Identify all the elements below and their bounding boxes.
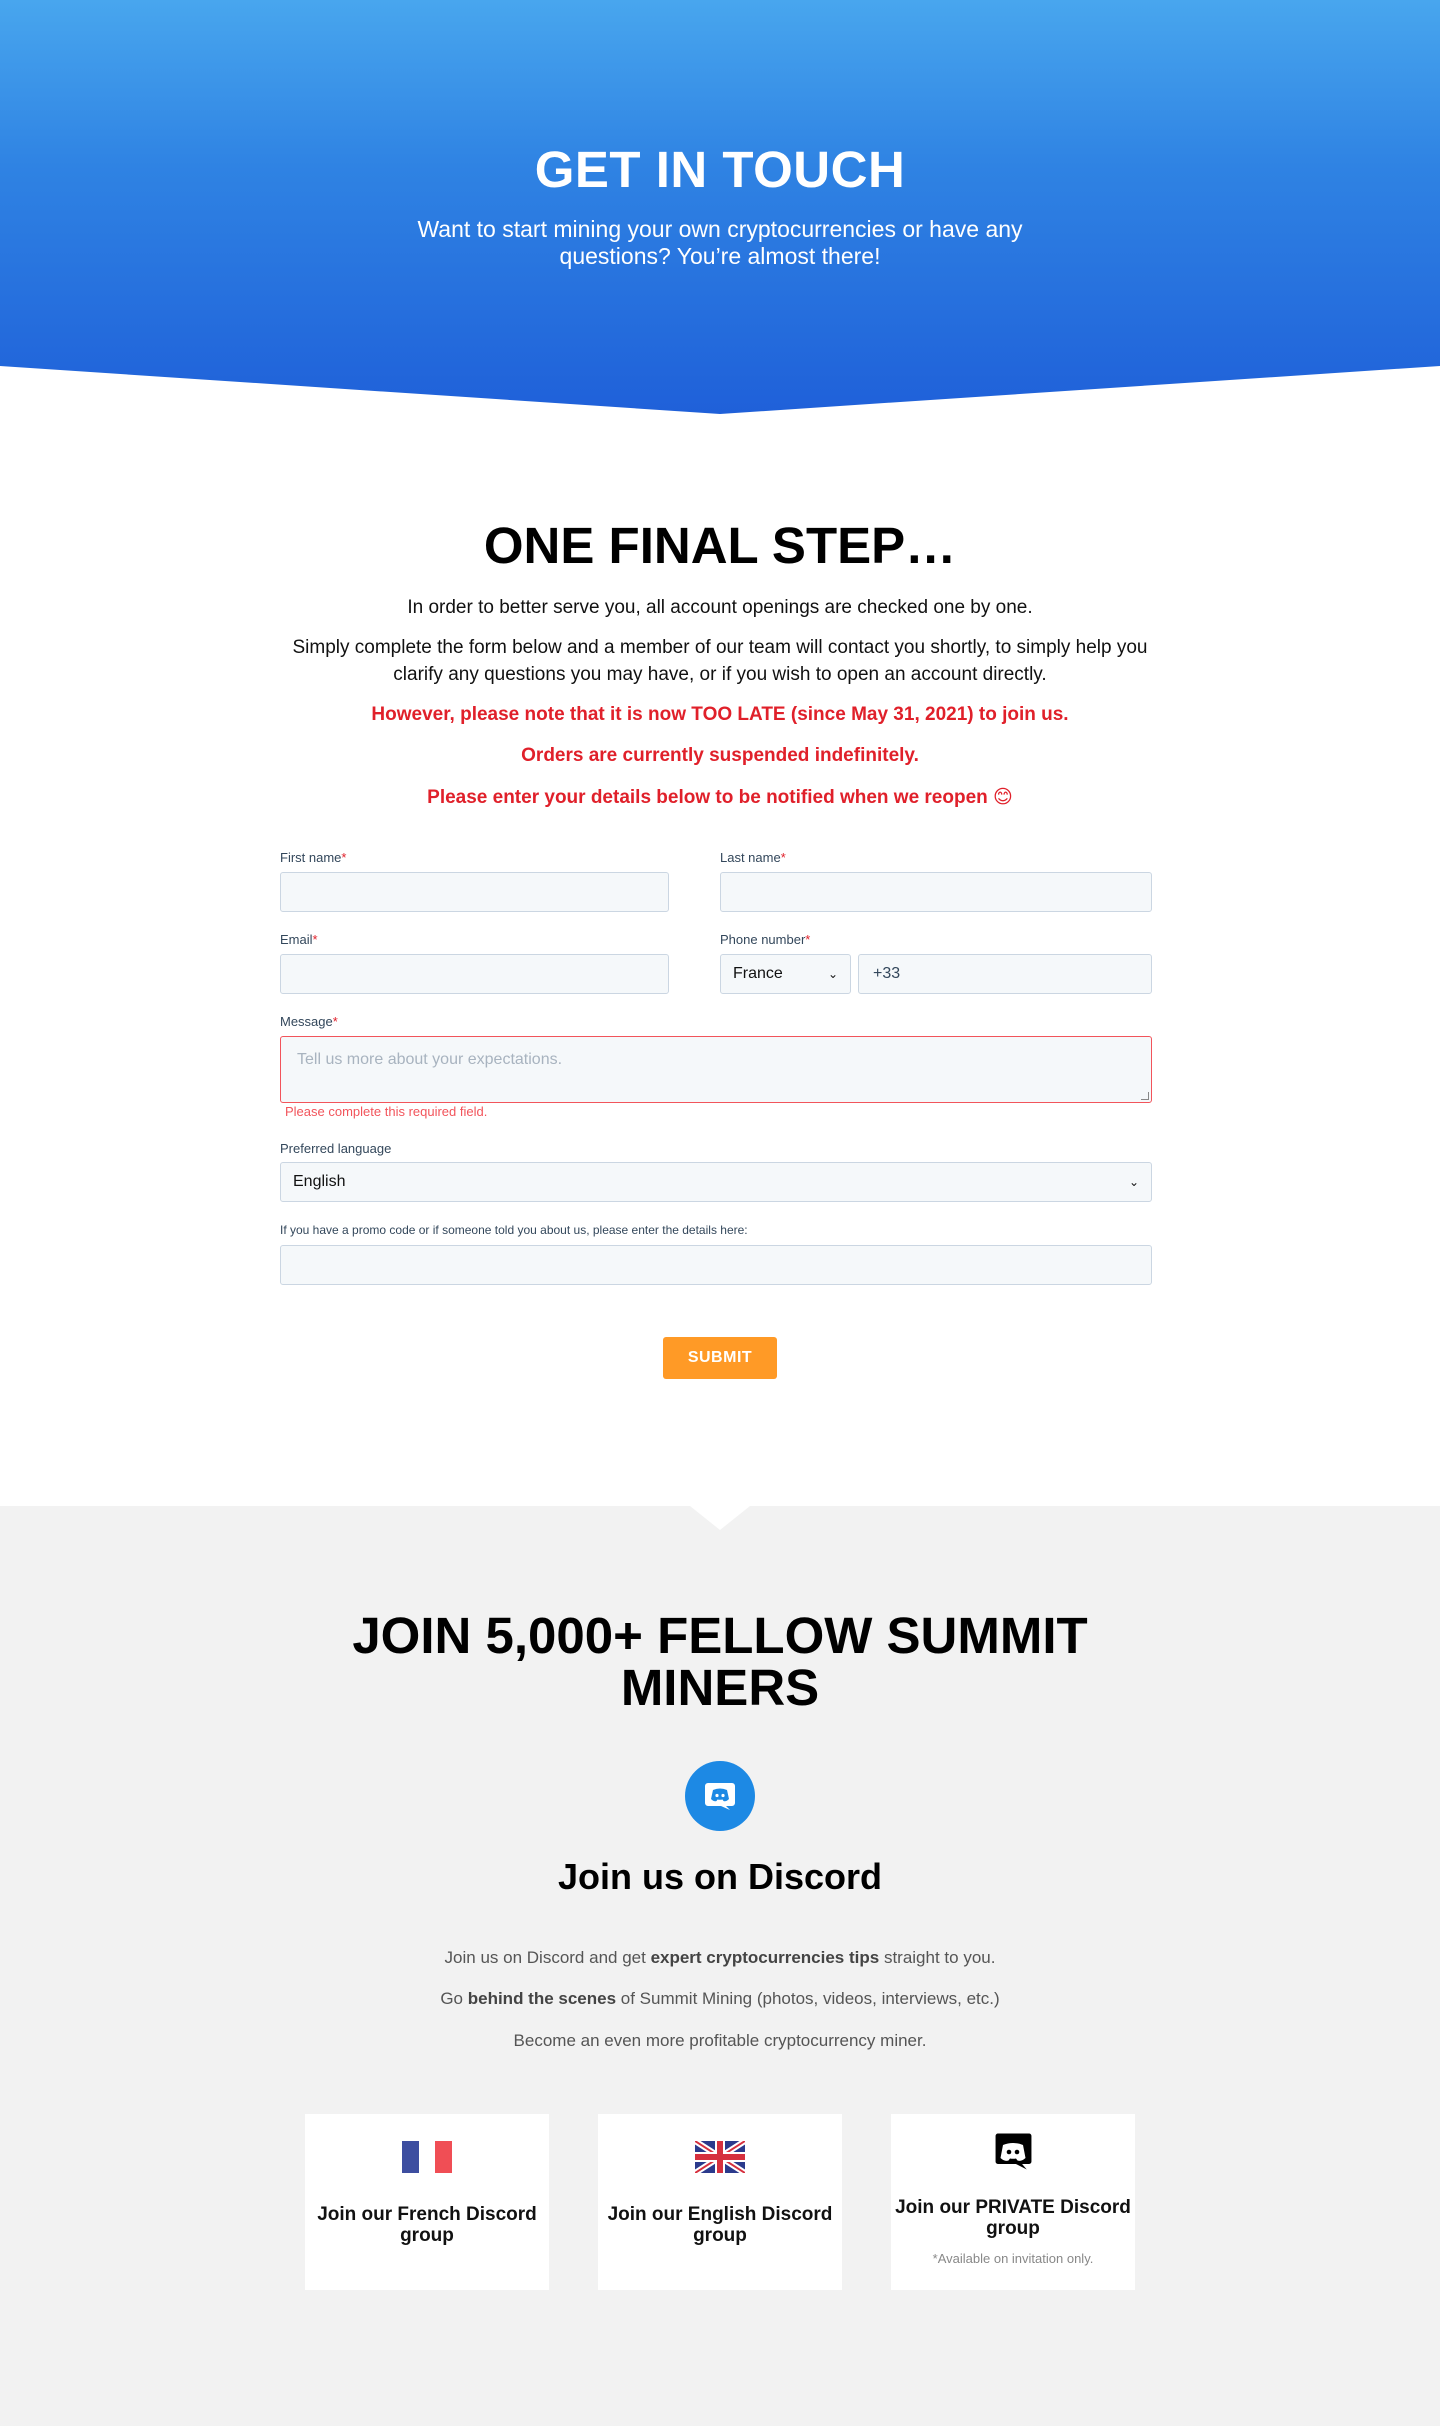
chevron-down-icon: ⌄ bbox=[1128, 1175, 1139, 1189]
message-textarea[interactable]: Tell us more about your expectations. bbox=[280, 1036, 1152, 1103]
language-label: Preferred language bbox=[280, 1141, 391, 1156]
english-discord-title: Join our English Discord group bbox=[607, 2204, 833, 2246]
message-label-text: Message bbox=[280, 1014, 333, 1029]
last-name-label-text: Last name bbox=[720, 850, 781, 865]
france-flag-icon bbox=[402, 2141, 452, 2173]
required-mark: * bbox=[332, 1014, 338, 1029]
last-name-label: Last name* bbox=[720, 850, 786, 865]
required-mark: * bbox=[780, 850, 786, 865]
message-error: Please complete this required field. bbox=[285, 1104, 488, 1119]
message-label: Message* bbox=[280, 1014, 338, 1029]
discord-benefit-profit: Become an even more profitable cryptocur… bbox=[513, 2031, 927, 2050]
resize-handle[interactable] bbox=[1141, 1092, 1149, 1100]
chevron-down-icon: ⌄ bbox=[827, 967, 838, 981]
phone-country-select[interactable]: France ⌄ bbox=[720, 954, 851, 994]
phone-label: Phone number* bbox=[720, 932, 810, 947]
language-value: English bbox=[293, 1173, 346, 1190]
hero-banner bbox=[0, 0, 1440, 414]
first-name-label-text: First name bbox=[280, 850, 342, 865]
community-title: JOIN 5,000+ FELLOW SUMMIT MINERS bbox=[352, 1607, 1088, 1716]
required-mark: * bbox=[805, 932, 811, 947]
desc-emphasis: expert cryptocurrencies tips bbox=[650, 1948, 880, 1967]
discord-benefit-tips: Join us on Discord and get expert crypto… bbox=[320, 1948, 1120, 1968]
intro-text-detail: Simply complete the form below and a mem… bbox=[292, 637, 1148, 685]
english-discord-card[interactable]: Join our English Discord group bbox=[598, 2114, 842, 2290]
discord-title: Join us on Discord bbox=[557, 1856, 883, 1897]
phone-number-input[interactable]: +33 bbox=[858, 954, 1152, 994]
promo-label: If you have a promo code or if someone t… bbox=[280, 1223, 748, 1237]
submit-button[interactable]: SUBMIT bbox=[663, 1337, 777, 1379]
private-discord-note: *Available on invitation only. bbox=[932, 2251, 1094, 2266]
intro-text: In order to better serve you, all accoun… bbox=[407, 597, 1033, 618]
private-discord-card[interactable]: Join our PRIVATE Discord group *Availabl… bbox=[891, 2114, 1135, 2290]
private-discord-title: Join our PRIVATE Discord group bbox=[895, 2197, 1131, 2239]
discord-benefit-scenes: Go behind the scenes of Summit Mining (p… bbox=[320, 1989, 1120, 2009]
language-label-text: Preferred language bbox=[280, 1141, 392, 1156]
late-notice: However, please note that it is now TOO … bbox=[371, 704, 1069, 725]
french-discord-title: Join our French Discord group bbox=[317, 2204, 537, 2246]
required-mark: * bbox=[312, 932, 318, 947]
email-label: Email* bbox=[280, 932, 318, 947]
promo-label-text: If you have a promo code or if someone t… bbox=[280, 1223, 748, 1237]
desc-emphasis: behind the scenes bbox=[467, 1989, 617, 2008]
email-label-text: Email bbox=[280, 932, 313, 947]
discord-icon bbox=[995, 2133, 1032, 2170]
notify-notice: Please enter your details below to be no… bbox=[427, 787, 1013, 808]
suspended-notice: Orders are currently suspended indefinit… bbox=[521, 745, 919, 766]
french-discord-card[interactable]: Join our French Discord group bbox=[305, 2114, 549, 2290]
discord-badge bbox=[685, 1761, 755, 1831]
phone-label-text: Phone number bbox=[720, 932, 806, 947]
language-select[interactable]: English ⌄ bbox=[280, 1162, 1152, 1202]
last-name-input[interactable] bbox=[720, 872, 1152, 912]
discord-icon bbox=[705, 1783, 735, 1810]
section-title: ONE FINAL STEP… bbox=[483, 517, 957, 574]
message-placeholder: Tell us more about your expectations. bbox=[297, 1051, 563, 1068]
required-mark: * bbox=[341, 850, 347, 865]
desc-text: of Summit Mining (photos, videos, interv… bbox=[616, 1989, 1000, 2008]
phone-prefix: +33 bbox=[873, 965, 901, 982]
first-name-label: First name* bbox=[280, 850, 346, 865]
desc-text: Go bbox=[440, 1989, 468, 2008]
desc-text: straight to you. bbox=[879, 1948, 996, 1967]
desc-text: Join us on Discord and get bbox=[444, 1948, 651, 1967]
email-input[interactable] bbox=[280, 954, 669, 994]
hero-subtitle: Want to start mining your own cryptocurr… bbox=[417, 216, 1023, 269]
hero-title: GET IN TOUCH bbox=[534, 141, 906, 198]
promo-input[interactable] bbox=[280, 1245, 1152, 1285]
first-name-input[interactable] bbox=[280, 872, 669, 912]
uk-flag-icon bbox=[695, 2141, 745, 2173]
phone-country-value: France bbox=[733, 965, 783, 982]
